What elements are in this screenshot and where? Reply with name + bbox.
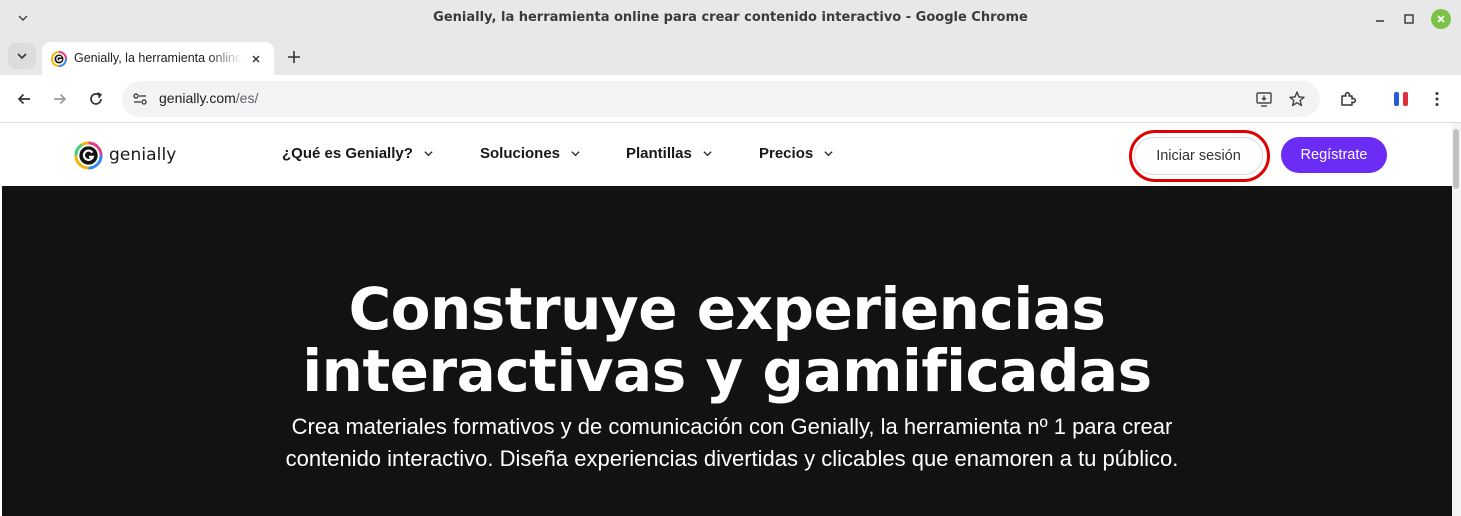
nav-label: Precios xyxy=(759,145,814,162)
new-tab-icon[interactable] xyxy=(283,46,305,68)
window-title: Genially, la herramienta online para cre… xyxy=(433,10,1028,25)
minimize-icon[interactable] xyxy=(1370,9,1390,29)
logo-wordmark: genially xyxy=(109,145,177,165)
genially-logo[interactable]: genially xyxy=(74,140,176,170)
web-page: genially ¿Qué es Genially? Soluciones Pl… xyxy=(0,123,1461,516)
page-scrollbar[interactable] xyxy=(1452,123,1461,516)
hero-title-line-1: Construye experiencias xyxy=(348,275,1106,343)
bookmark-star-icon[interactable] xyxy=(1288,90,1306,108)
tab-strip: Genially, la herramienta online para cre… xyxy=(0,37,1461,75)
register-button[interactable]: Regístrate xyxy=(1281,137,1387,173)
browser-toolbar: genially.com/es/ xyxy=(0,75,1461,123)
genially-favicon-icon xyxy=(51,51,67,67)
url-path: /es/ xyxy=(235,90,259,106)
genially-logo-icon xyxy=(74,140,103,170)
site-navbar: genially ¿Qué es Genially? Soluciones Pl… xyxy=(0,123,1452,186)
close-tab-icon[interactable] xyxy=(247,50,265,68)
close-window-icon[interactable] xyxy=(1431,9,1451,29)
forward-icon[interactable] xyxy=(48,87,72,111)
nav-plantillas[interactable]: Plantillas xyxy=(626,145,713,162)
chevron-down-icon xyxy=(571,151,580,157)
tab-search-chevron-icon[interactable] xyxy=(8,43,36,69)
hero-subtitle: Crea materiales formativos y de comunica… xyxy=(285,414,1179,471)
url-text[interactable]: genially.com/es/ xyxy=(159,90,258,106)
nav-label: Soluciones xyxy=(480,145,561,162)
tab-genially[interactable]: Genially, la herramienta online para cre… xyxy=(42,42,274,75)
nav-label: ¿Qué es Genially? xyxy=(282,145,413,162)
nav-label: Plantillas xyxy=(626,145,692,162)
chevron-down-icon xyxy=(703,151,712,157)
nav-soluciones[interactable]: Soluciones xyxy=(480,145,581,162)
back-icon[interactable] xyxy=(12,87,36,111)
chevron-down-icon xyxy=(824,151,833,157)
login-button[interactable]: Iniciar sesión xyxy=(1134,137,1263,175)
install-app-icon[interactable] xyxy=(1255,90,1273,108)
nav-que-es-genially[interactable]: ¿Qué es Genially? xyxy=(282,145,434,162)
hero-title: Construye experiencias interactivas y ga… xyxy=(2,278,1452,402)
profile-avatar-icon[interactable] xyxy=(1389,87,1413,111)
tab-title: Genially, la herramienta online para cre… xyxy=(74,51,242,65)
chevron-down-icon xyxy=(424,151,433,157)
hero-section: Construye experiencias interactivas y ga… xyxy=(2,186,1452,516)
scrollbar-thumb[interactable] xyxy=(1453,129,1459,189)
reload-icon[interactable] xyxy=(84,87,108,111)
url-domain: genially.com xyxy=(159,90,236,106)
nav-precios[interactable]: Precios xyxy=(759,145,834,162)
maximize-icon[interactable] xyxy=(1399,9,1419,29)
site-info-icon[interactable] xyxy=(131,90,149,108)
hero-title-line-2: interactivas y gamificadas xyxy=(302,337,1152,405)
address-bar[interactable]: genially.com/es/ xyxy=(122,81,1320,117)
chrome-menu-icon[interactable] xyxy=(1425,87,1449,111)
window-title-bar: Genially, la herramienta online para cre… xyxy=(0,0,1461,37)
extensions-puzzle-icon[interactable] xyxy=(1336,87,1360,111)
